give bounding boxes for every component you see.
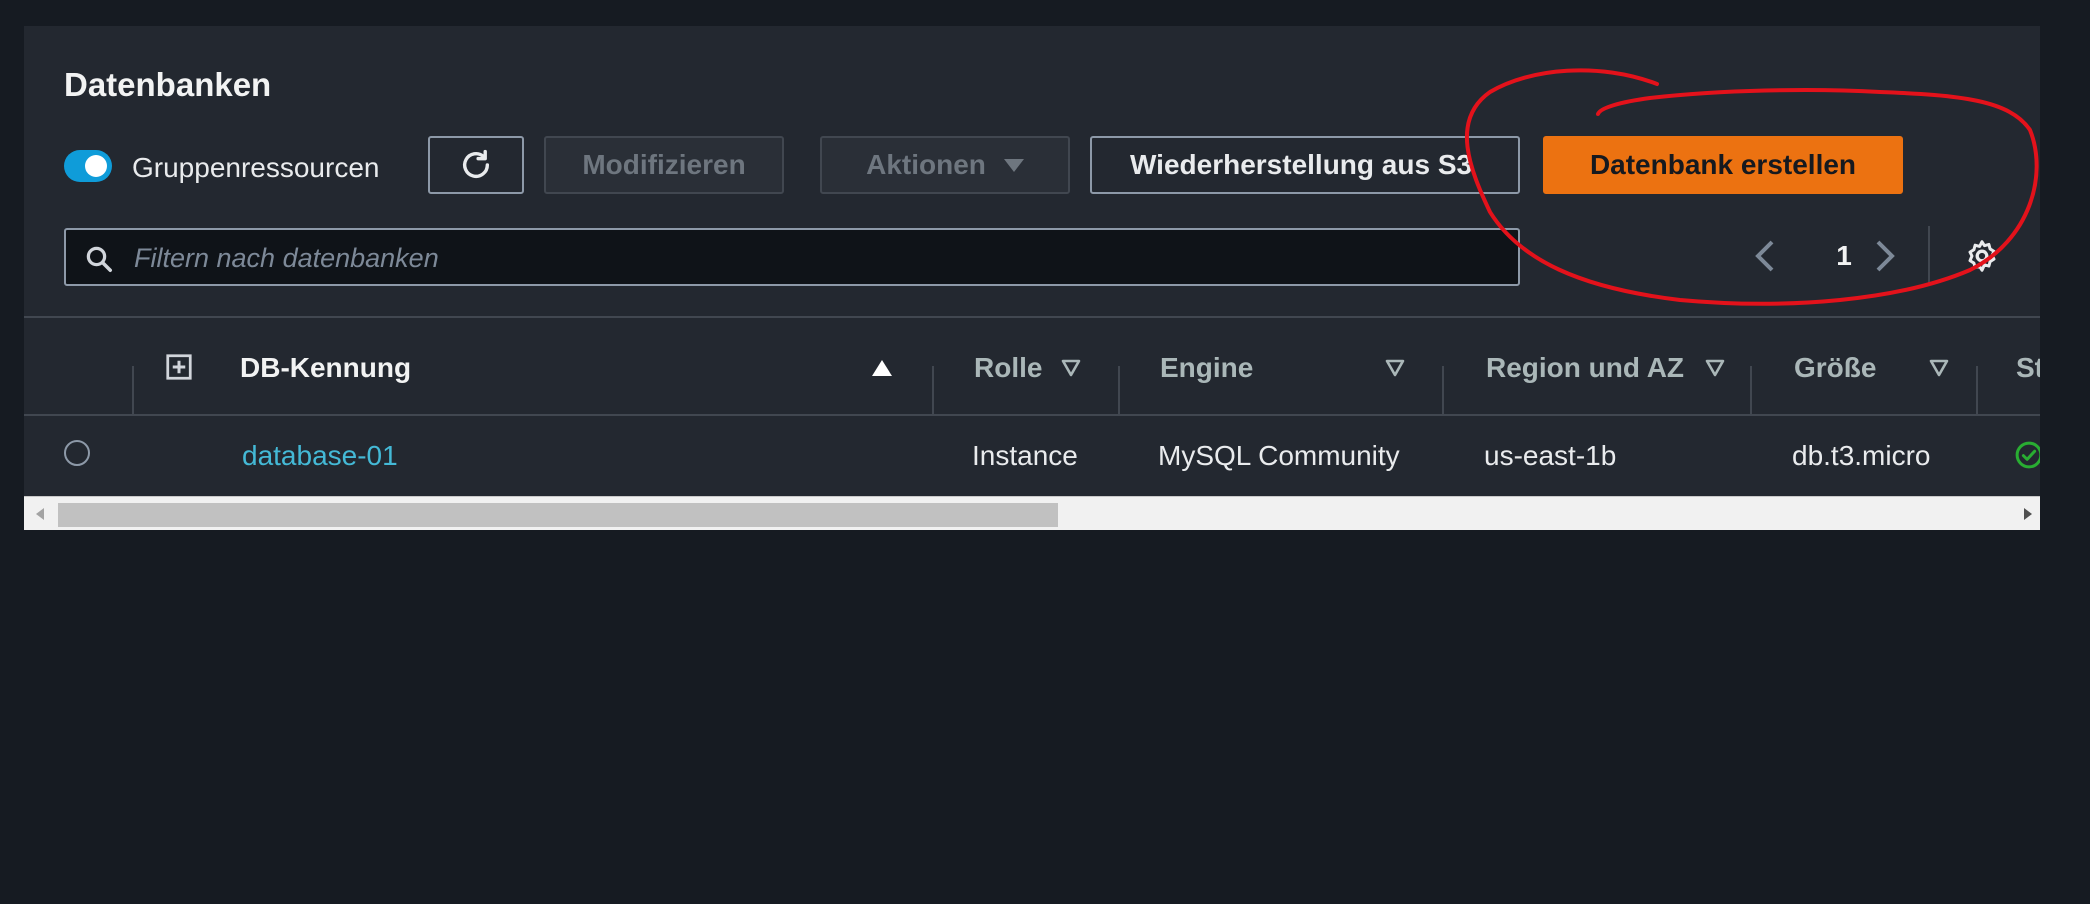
column-header-engine[interactable]: Engine bbox=[1160, 352, 1253, 384]
role-cell: Instance bbox=[972, 440, 1078, 471]
modify-button[interactable]: Modifizieren bbox=[544, 136, 784, 194]
column-header-role[interactable]: Rolle bbox=[974, 352, 1042, 384]
current-page-number[interactable]: 1 bbox=[1824, 240, 1864, 272]
check-circle-icon bbox=[2015, 441, 2040, 469]
databases-panel: Datenbanken Gruppenressourcen Modifizier… bbox=[24, 26, 2040, 530]
column-header-db-identifier[interactable]: DB-Kennung bbox=[240, 352, 411, 384]
sort-unsorted-icon[interactable] bbox=[1928, 358, 1950, 378]
column-divider bbox=[1976, 366, 1978, 414]
sort-unsorted-icon[interactable] bbox=[1704, 358, 1726, 378]
search-icon bbox=[86, 246, 112, 272]
sort-unsorted-icon[interactable] bbox=[1384, 358, 1406, 378]
page-title: Datenbanken bbox=[64, 66, 272, 103]
expand-all-icon[interactable] bbox=[164, 352, 194, 382]
filter-input[interactable] bbox=[132, 230, 1506, 286]
engine-cell: MySQL Community bbox=[1158, 440, 1400, 471]
pager-divider bbox=[1928, 226, 1930, 286]
settings-gear-icon[interactable] bbox=[1964, 238, 2000, 274]
scrollbar-thumb[interactable] bbox=[58, 503, 1058, 527]
column-header-status[interactable]: St bbox=[2016, 352, 2040, 384]
restore-from-s3-button[interactable]: Wiederherstellung aus S3 bbox=[1090, 136, 1520, 194]
sort-ascending-icon[interactable] bbox=[870, 358, 894, 378]
header-bottom-divider bbox=[24, 414, 2040, 416]
actions-dropdown-button[interactable]: Aktionen bbox=[820, 136, 1070, 194]
column-header-region-az[interactable]: Region und AZ bbox=[1486, 352, 1684, 384]
actions-label: Aktionen bbox=[866, 149, 986, 180]
refresh-button[interactable] bbox=[428, 136, 524, 194]
size-cell: db.t3.micro bbox=[1792, 440, 1931, 471]
column-divider bbox=[132, 366, 134, 414]
column-header-size[interactable]: Größe bbox=[1794, 352, 1876, 384]
db-identifier-link[interactable]: database-01 bbox=[242, 440, 398, 472]
create-database-button[interactable]: Datenbank erstellen bbox=[1543, 136, 1903, 194]
group-resources-label: Gruppenressourcen bbox=[132, 152, 380, 183]
region-cell: us-east-1b bbox=[1484, 440, 1617, 471]
next-page-icon[interactable] bbox=[1870, 238, 1898, 274]
toggle-knob bbox=[85, 155, 107, 177]
caret-down-icon bbox=[1003, 158, 1024, 172]
horizontal-scrollbar[interactable] bbox=[24, 496, 2040, 530]
row-select-radio[interactable] bbox=[64, 440, 90, 466]
column-divider bbox=[1118, 366, 1120, 414]
group-resources-toggle[interactable] bbox=[64, 150, 112, 182]
scroll-right-arrow-icon[interactable] bbox=[2022, 507, 2034, 521]
refresh-icon bbox=[462, 149, 490, 178]
scroll-left-arrow-icon[interactable] bbox=[34, 507, 46, 521]
column-divider bbox=[932, 366, 934, 414]
previous-page-icon[interactable] bbox=[1752, 238, 1780, 274]
column-divider bbox=[1442, 366, 1444, 414]
sort-unsorted-icon[interactable] bbox=[1060, 358, 1082, 378]
column-divider bbox=[1750, 366, 1752, 414]
filter-search-box[interactable] bbox=[64, 228, 1520, 286]
